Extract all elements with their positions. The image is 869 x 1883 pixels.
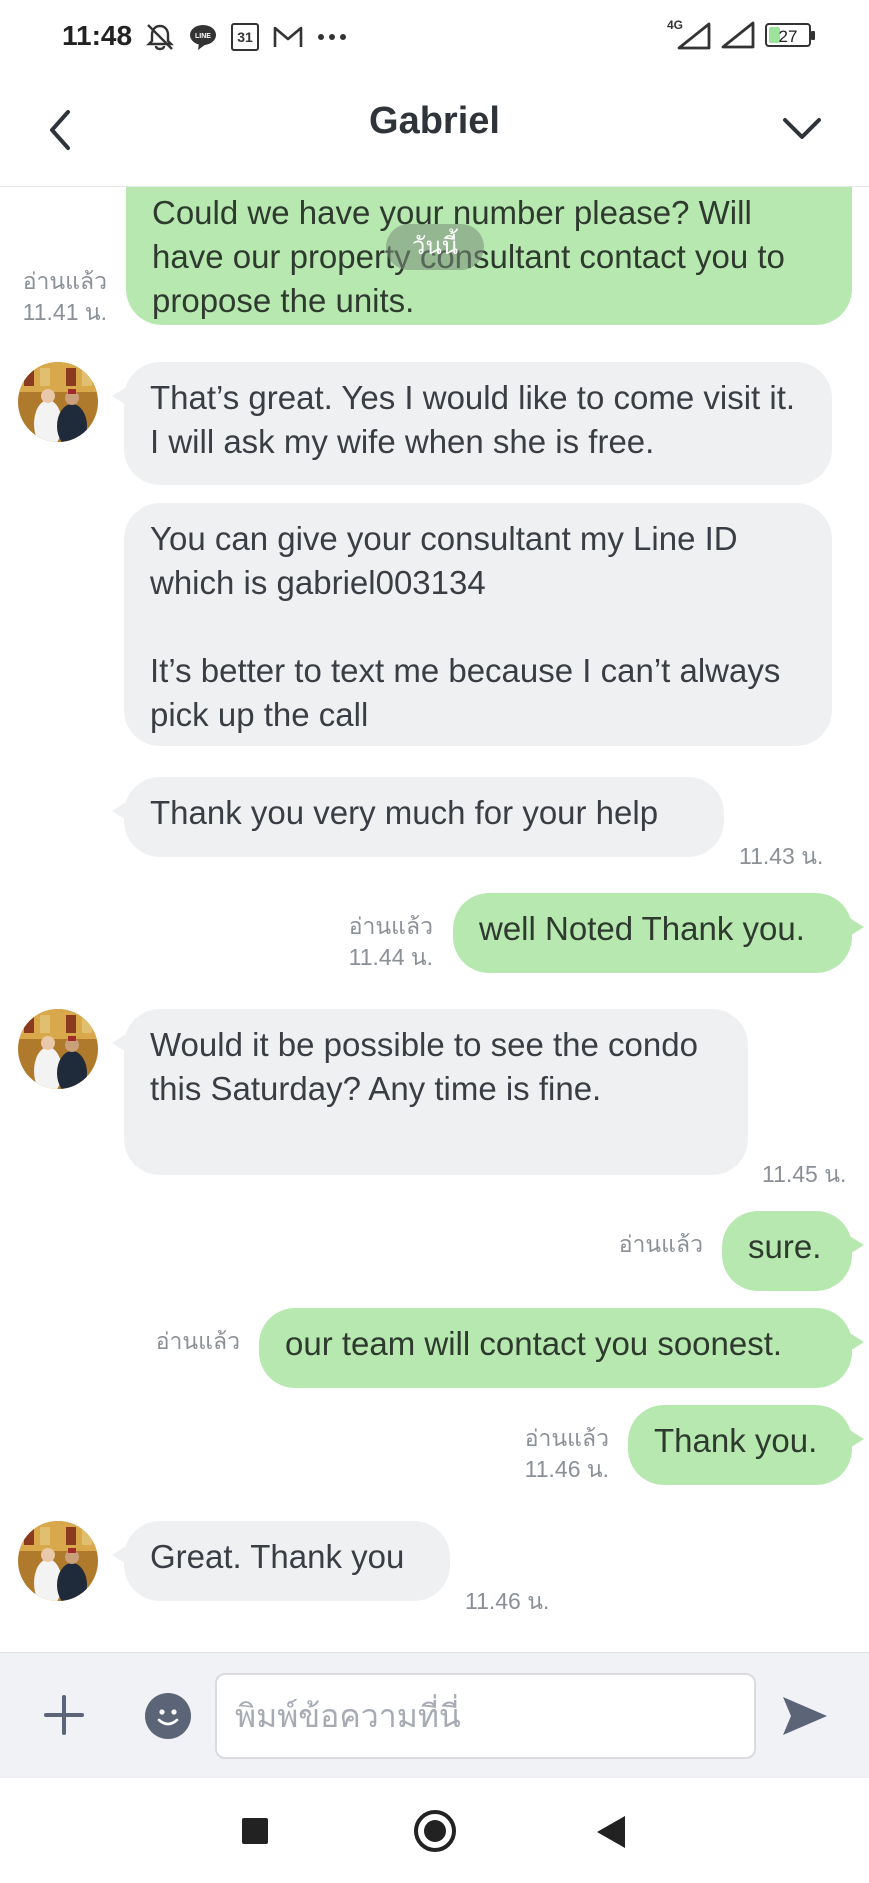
read-receipt: อ่านแล้ว xyxy=(22,268,107,294)
outgoing-message[interactable]: Could we have your number please? Will h… xyxy=(126,187,852,325)
signal-icon xyxy=(677,22,711,50)
read-receipt: อ่านแล้ว xyxy=(155,1328,240,1354)
plus-icon[interactable] xyxy=(40,1691,88,1739)
incoming-message[interactable]: Would it be possible to see the condo th… xyxy=(112,1009,748,1175)
incoming-message[interactable]: Thank you very much for your help xyxy=(112,777,724,857)
home-icon[interactable] xyxy=(414,1810,456,1852)
avatar[interactable] xyxy=(18,1009,98,1089)
emoji-icon[interactable] xyxy=(145,1693,191,1739)
incoming-message[interactable]: That’s great. Yes I would like to come v… xyxy=(112,362,832,485)
avatar-photo xyxy=(18,1009,98,1089)
message-time: 11.41 น. xyxy=(22,299,107,325)
system-icons: 4G 27 xyxy=(667,18,815,50)
line-app-icon: LINE xyxy=(190,25,216,50)
system-nav-bar xyxy=(0,1778,869,1883)
status-bar: 11:48 LINE 31 4G 27 xyxy=(0,0,869,78)
outgoing-message[interactable]: Thank you. xyxy=(628,1405,864,1485)
battery-level: 27 xyxy=(778,27,798,46)
chevron-down-icon[interactable] xyxy=(779,106,825,152)
send-icon[interactable] xyxy=(780,1693,830,1739)
outgoing-message[interactable]: our team will contact you soonest. xyxy=(259,1308,864,1388)
message-meta: อ่านแล้ว 11.41 น. xyxy=(10,266,107,328)
read-receipt: อ่านแล้ว xyxy=(524,1425,609,1451)
avatar-photo xyxy=(18,1521,98,1601)
emoji-face-icon xyxy=(157,1709,179,1726)
message-input[interactable] xyxy=(215,1673,756,1759)
avatar[interactable] xyxy=(18,1521,98,1601)
read-receipt: อ่านแล้ว xyxy=(348,913,433,939)
read-receipt: อ่านแล้ว xyxy=(618,1231,703,1257)
status-time: 11:48 xyxy=(62,20,133,51)
avatar[interactable] xyxy=(18,362,98,442)
date-separator: วันนี้ xyxy=(386,224,484,270)
gmail-icon xyxy=(273,26,303,47)
chat-title: Gabriel xyxy=(369,100,500,142)
chat-header: Gabriel xyxy=(0,78,869,187)
calendar-icon: 31 xyxy=(231,23,259,51)
message-input-bar xyxy=(0,1652,869,1778)
signal-icon-2 xyxy=(721,21,755,49)
incoming-message[interactable]: You can give your consultant my Line ID … xyxy=(124,503,832,746)
recent-apps-icon[interactable] xyxy=(242,1818,268,1844)
incoming-message[interactable]: Great. Thank you xyxy=(112,1521,450,1601)
message-time: 11.46 น. xyxy=(465,1588,550,1614)
message-list[interactable]: Could we have your number please? Will h… xyxy=(0,187,869,1652)
back-icon[interactable] xyxy=(597,1816,625,1848)
message-time: 11.46 น. xyxy=(524,1456,609,1482)
message-meta: อ่านแล้ว 11.46 น. xyxy=(505,1423,609,1485)
outgoing-message[interactable]: well Noted Thank you. xyxy=(453,893,864,973)
message-time: 11.45 น. xyxy=(762,1161,847,1187)
svg-text:LINE: LINE xyxy=(195,33,211,40)
avatar-photo xyxy=(18,362,98,442)
notification-icons: LINE 31 xyxy=(145,22,347,52)
message-time: 11.44 น. xyxy=(348,944,433,970)
more-dots-icon xyxy=(318,34,346,40)
network-indicator: 4G xyxy=(667,18,711,50)
battery-icon: 27 xyxy=(765,23,815,47)
outgoing-message[interactable]: sure. xyxy=(722,1211,864,1291)
message-meta: อ่านแล้ว 11.44 น. xyxy=(330,911,433,973)
message-time: 11.43 น. xyxy=(739,843,824,869)
mute-bell-icon xyxy=(146,24,174,51)
